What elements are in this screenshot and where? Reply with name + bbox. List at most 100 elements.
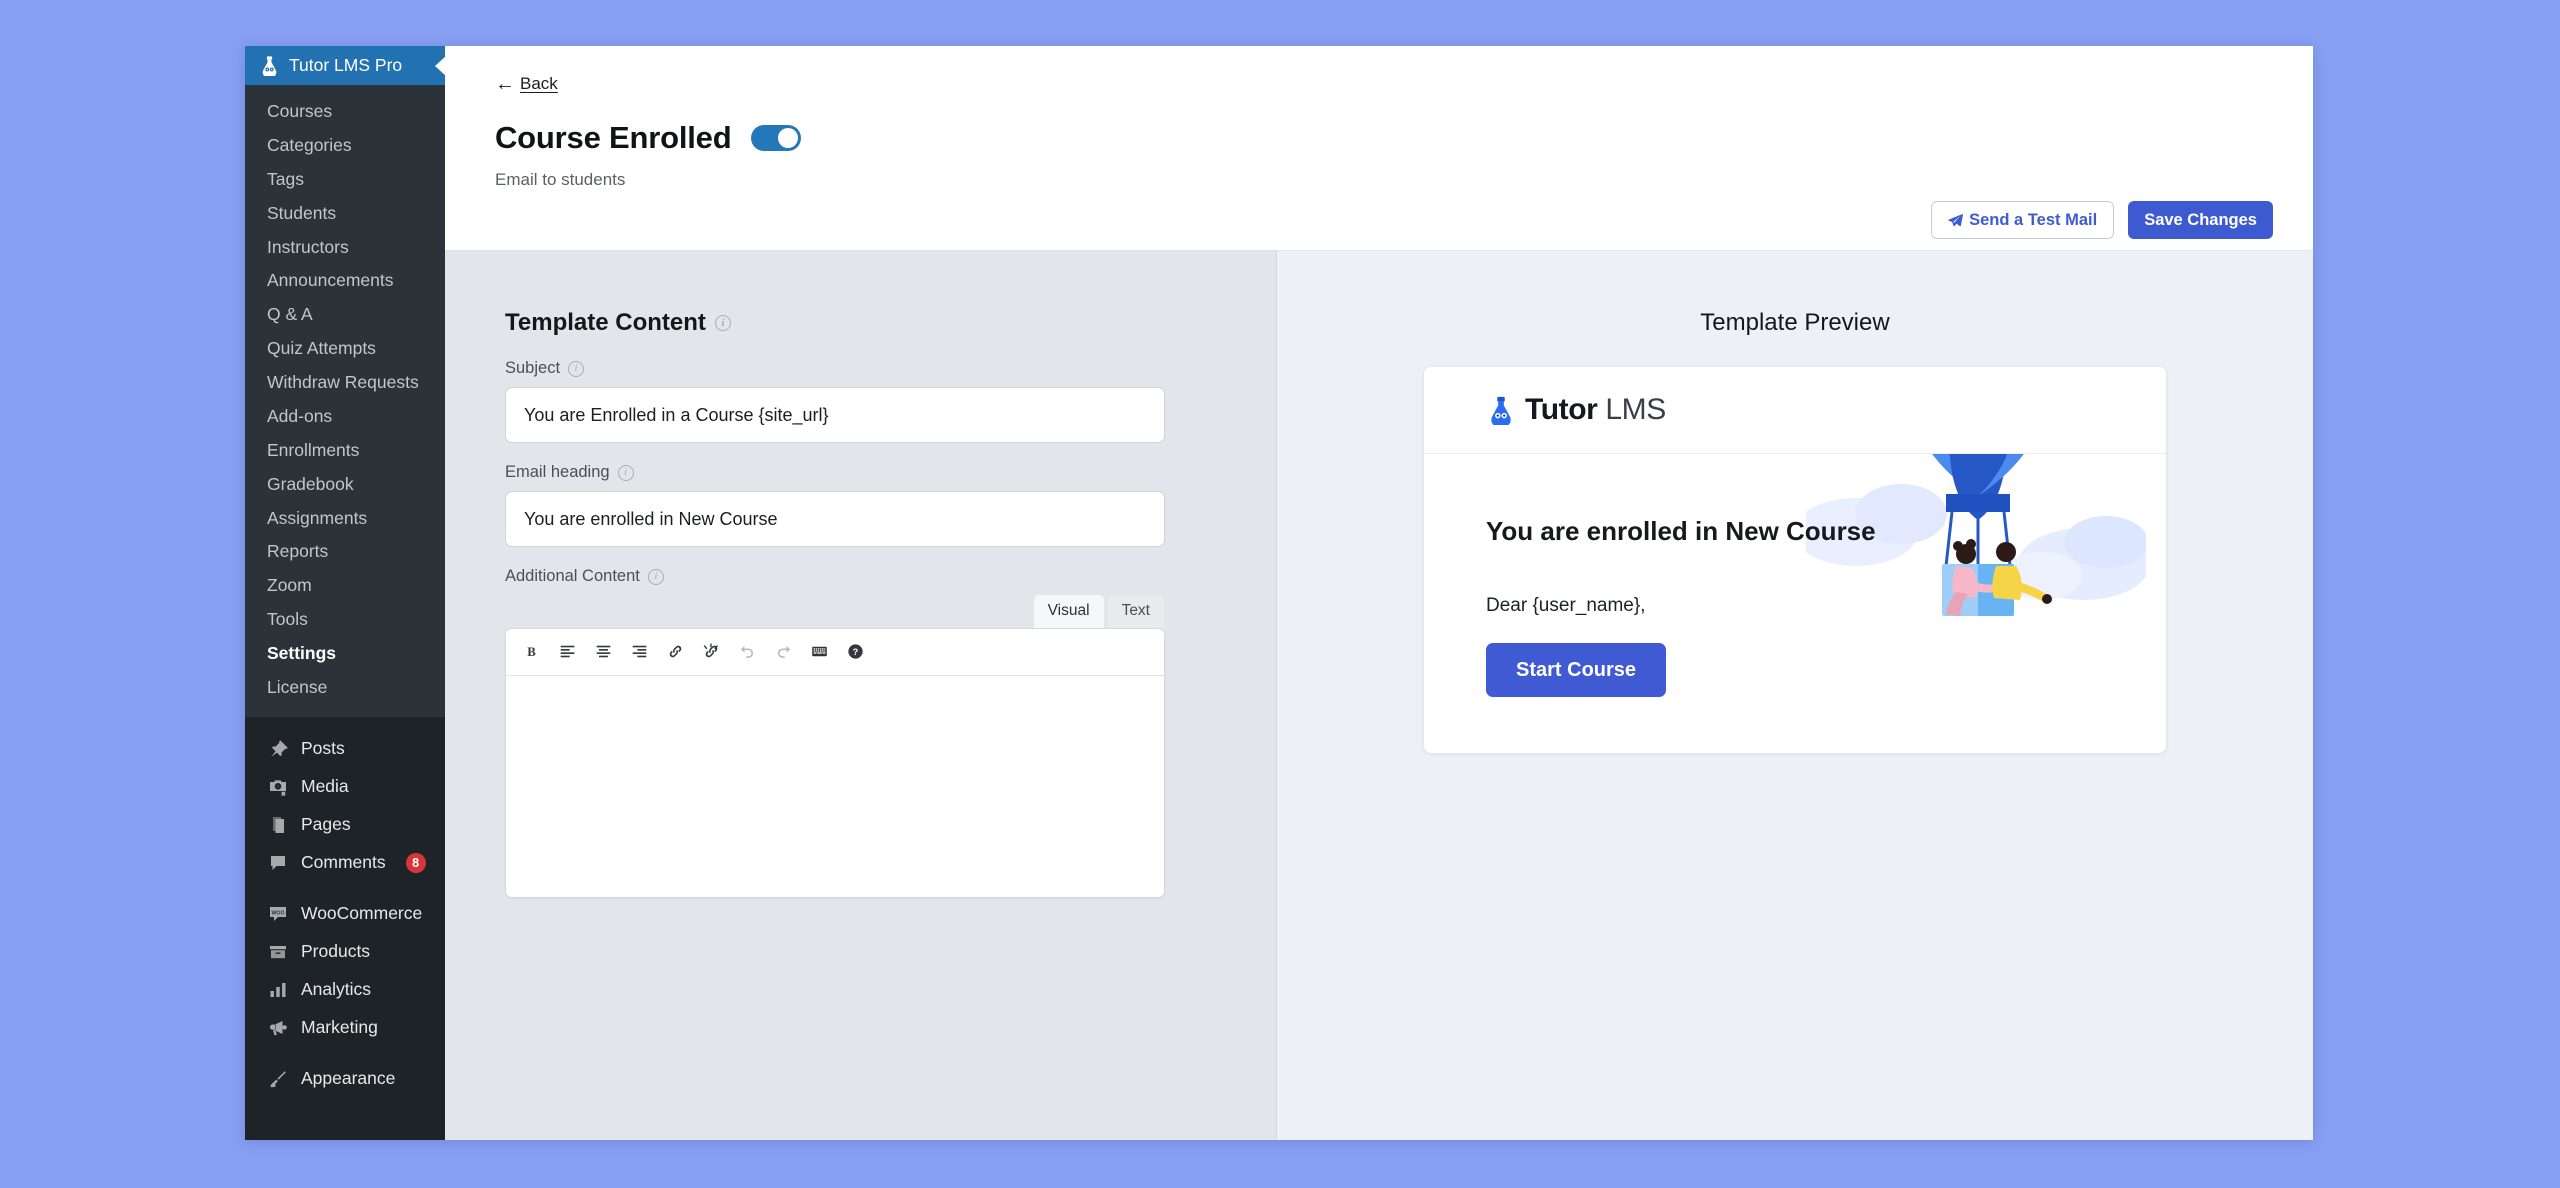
sidebar-item-students[interactable]: Students [245,197,445,231]
sidebar-item-enrollments[interactable]: Enrollments [245,434,445,468]
sidebar-item-assignments[interactable]: Assignments [245,502,445,536]
products-icon [267,941,288,962]
sidebar-item-tools[interactable]: Tools [245,603,445,637]
align-right-icon[interactable] [624,637,654,667]
sidebar-item-announcements[interactable]: Announcements [245,264,445,298]
sidebar-item-reports[interactable]: Reports [245,535,445,569]
sidebar-item-label: Pages [301,814,351,835]
info-icon[interactable]: i [568,360,585,377]
sidebar-item-label: Comments [301,852,386,873]
email-heading-field: Email heading i [505,463,1165,547]
redo-icon[interactable] [768,637,798,667]
sidebar-item-label: Appearance [301,1068,396,1089]
comment-icon [267,852,288,873]
sidebar-item-pages[interactable]: Pages [245,806,445,844]
comments-count-badge: 8 [405,852,426,873]
wp-menu-group-appearance: Appearance [245,1060,445,1098]
logo-text-light: LMS [1605,393,1666,426]
svg-text:WOO: WOO [271,910,284,916]
admin-app-window: Tutor LMS Pro Courses Categories Tags Stude… [245,46,2313,1140]
sidebar-brand-label: Tutor LMS Pro [289,55,403,75]
header-actions: Send a Test Mail Save Changes [1931,201,2273,239]
save-changes-button[interactable]: Save Changes [2128,201,2273,239]
sidebar-item-license[interactable]: License [245,671,445,705]
brush-icon [267,1068,288,1089]
subject-input[interactable] [505,387,1165,443]
sidebar-item-media[interactable]: Media [245,768,445,806]
subject-label-row: Subject i [505,359,1165,378]
sidebar-item-label: Posts [301,738,345,759]
svg-text:?: ? [852,647,858,657]
megaphone-icon [267,1017,288,1038]
page-header: ← Back Course Enrolled Email to students… [445,46,2313,250]
info-icon[interactable]: i [714,315,731,331]
info-icon[interactable]: i [647,568,664,585]
submenu-pointer-arrow-icon [435,55,445,76]
toggle-knob [778,128,799,148]
wordpress-menu: Posts Media Pages Comments 8 WOO WooCommerce P… [245,717,445,1098]
sidebar-item-quiz-attempts[interactable]: Quiz Attempts [245,332,445,366]
page-title: Course Enrolled [495,120,732,155]
link-icon[interactable] [660,637,690,667]
email-preview-header: Tutor LMS [1424,367,2166,454]
email-heading-input[interactable] [505,491,1165,547]
sidebar-item-gradebook[interactable]: Gradebook [245,468,445,502]
sidebar-item-zoom[interactable]: Zoom [245,569,445,603]
help-icon[interactable]: ? [840,637,870,667]
woo-icon: WOO [267,903,288,924]
sidebar-brand-tutor-lms-pro[interactable]: Tutor LMS Pro [245,46,445,85]
tutor-lms-brand-logo: Tutor LMS [1486,393,1666,427]
main-content: ← Back Course Enrolled Email to students… [445,46,2313,1140]
back-link[interactable]: ← Back [495,74,558,94]
undo-icon[interactable] [732,637,762,667]
sidebar-item-categories[interactable]: Categories [245,129,445,163]
editor-tab-text[interactable]: Text [1107,595,1164,628]
align-left-icon[interactable] [552,637,582,667]
sidebar-item-instructors[interactable]: Instructors [245,231,445,265]
sidebar-item-analytics[interactable]: Analytics [245,971,445,1009]
menu-divider [245,882,445,895]
sidebar-item-tags[interactable]: Tags [245,163,445,197]
email-preview-body: You are enrolled in New Course Dear {use… [1424,454,2166,753]
paper-plane-icon [1948,213,1964,226]
sidebar-item-settings[interactable]: Settings [245,637,445,671]
additional-content-editor: Visual Text B? [505,595,1165,898]
start-course-label: Start Course [1516,658,1637,681]
sidebar-item-posts[interactable]: Posts [245,730,445,768]
tutor-lms-logo-icon [262,56,277,76]
pin-icon [267,738,288,759]
email-heading-label-row: Email heading i [505,463,1165,482]
sidebar-item-q-a[interactable]: Q & A [245,298,445,332]
tutor-lms-logo-icon [1491,396,1511,425]
sidebar-item-courses[interactable]: Courses [245,95,445,129]
menu-divider [245,1047,445,1060]
sidebar-item-label: Analytics [301,979,372,1000]
camera-icon [267,776,288,797]
sidebar-item-add-ons[interactable]: Add-ons [245,400,445,434]
sidebar-item-marketing[interactable]: Marketing [245,1009,445,1047]
align-center-icon[interactable] [588,637,618,667]
template-content-panel: Template Content i Subject i Email headi… [445,250,1277,1140]
email-heading-label: Email heading [505,463,610,481]
sidebar-item-woocommerce[interactable]: WOO WooCommerce [245,895,445,933]
bold-icon[interactable]: B [516,637,546,667]
template-preview-heading: Template Preview [1700,309,1890,336]
sidebar-item-appearance[interactable]: Appearance [245,1060,445,1098]
editor-textarea[interactable] [506,675,1164,897]
start-course-button[interactable]: Start Course [1486,643,1667,697]
svg-text:B: B [527,645,536,659]
send-test-mail-button[interactable]: Send a Test Mail [1931,201,2115,239]
sidebar-item-products[interactable]: Products [245,933,445,971]
sidebar-item-withdraw-requests[interactable]: Withdraw Requests [245,366,445,400]
unlink-icon[interactable] [696,637,726,667]
info-icon[interactable]: i [617,464,634,481]
sidebar-item-comments[interactable]: Comments 8 [245,844,445,882]
balloon-artwork-icon [1806,454,2146,616]
bar-chart-icon [267,979,288,1000]
subject-label: Subject [505,359,561,377]
email-enabled-toggle[interactable] [751,125,802,151]
keyboard-icon[interactable] [804,637,834,667]
content-columns: Template Content i Subject i Email headi… [445,250,2313,1140]
editor-tab-visual[interactable]: Visual [1033,595,1104,628]
save-changes-label: Save Changes [2144,210,2257,229]
